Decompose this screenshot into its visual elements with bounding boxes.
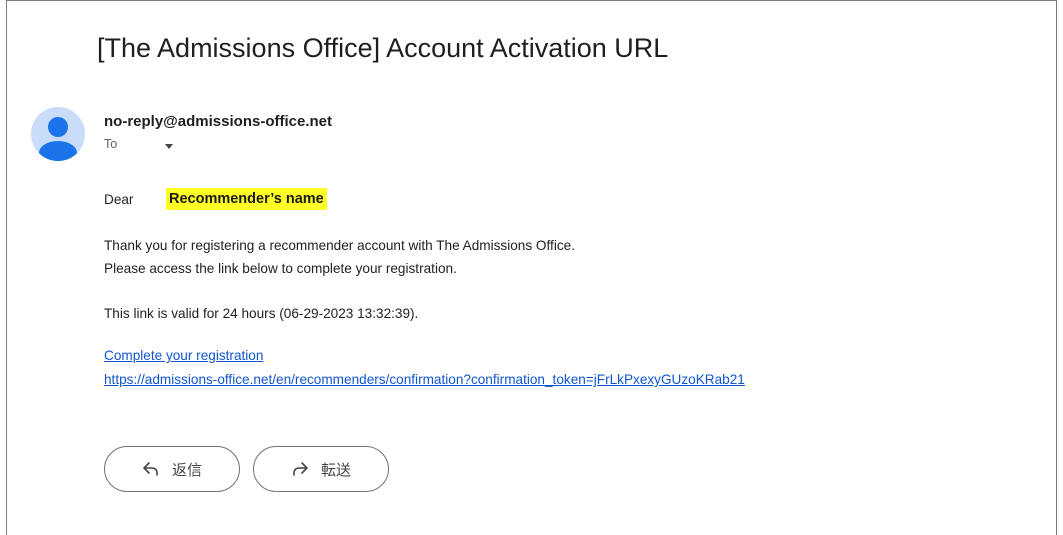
reply-arrow-icon [142, 461, 160, 477]
reply-button[interactable]: 返信 [104, 446, 240, 492]
validity-line: This link is valid for 24 hours (06-29-2… [104, 306, 419, 321]
complete-registration-link[interactable]: Complete your registration [104, 348, 263, 363]
reply-label: 返信 [171, 461, 202, 479]
person-icon[interactable] [31, 107, 85, 161]
body-line-2: Please access the link below to complete… [104, 261, 457, 276]
forward-arrow-icon [291, 461, 309, 477]
sender-address[interactable]: no-reply@admissions-office.net [104, 113, 332, 130]
confirmation-url-link[interactable]: https://admissions-office.net/en/recomme… [104, 372, 745, 387]
recipient-name-highlight: Recommender’s name [166, 188, 327, 210]
greeting: Dear [104, 192, 134, 207]
forward-label: 転送 [320, 461, 351, 479]
forward-button[interactable]: 転送 [253, 446, 389, 492]
caret-down-icon[interactable] [165, 144, 173, 149]
email-subject: [The Admissions Office] Account Activati… [97, 33, 669, 63]
body-line-1: Thank you for registering a recommender … [104, 238, 575, 253]
recipient-label: To [104, 137, 118, 151]
